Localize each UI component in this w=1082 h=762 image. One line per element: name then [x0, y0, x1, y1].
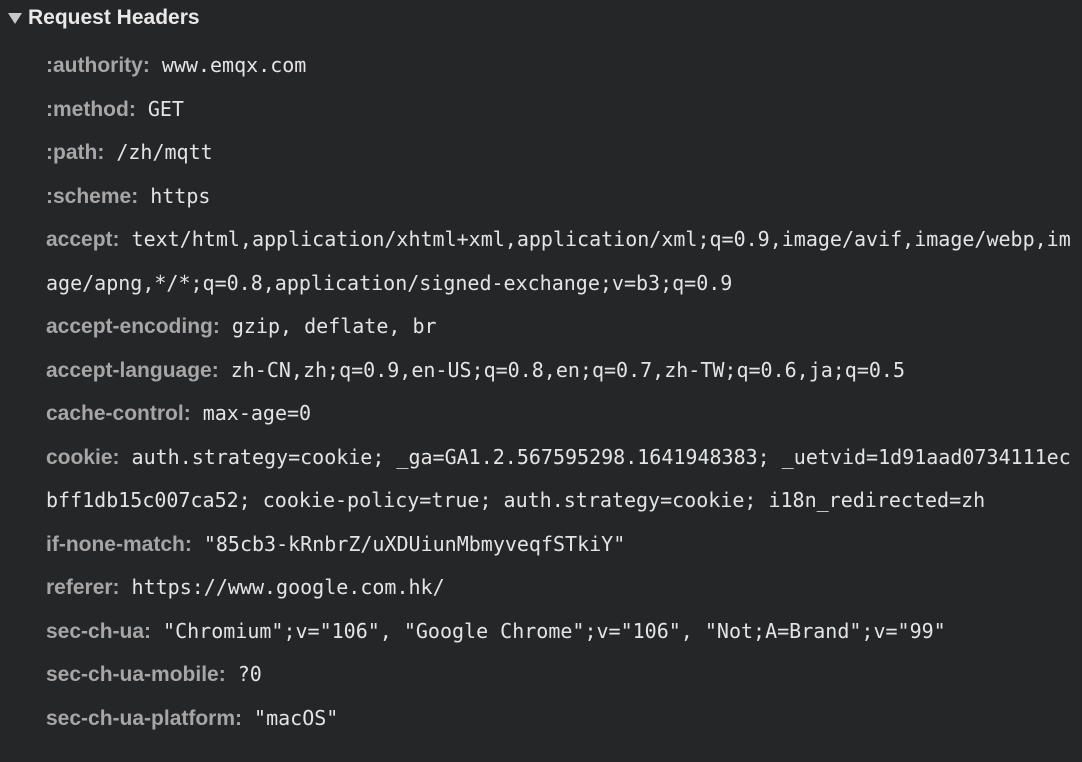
header-name: sec-ch-ua-mobile:: [46, 663, 226, 686]
header-value: GET: [147, 96, 184, 121]
header-row: accept-encoding: gzip, deflate, br: [46, 305, 1072, 349]
header-row: :scheme: https: [46, 175, 1072, 219]
header-name: cookie:: [46, 445, 120, 469]
request-headers-toggle[interactable]: Request Headers: [0, 0, 1082, 36]
header-value: "85cb3-kRnbrZ/uXDUiunMbmyveqfSTkiY": [203, 531, 626, 556]
header-name: if-none-match:: [46, 532, 192, 556]
header-value: ?0: [237, 662, 262, 686]
header-row: referer: https://www.google.com.hk/: [46, 566, 1072, 610]
header-value: "Chromium";v="106", "Google Chrome";v="1…: [163, 618, 946, 643]
section-title: Request Headers: [28, 6, 200, 29]
header-name: cache-control:: [46, 402, 191, 425]
header-name: sec-ch-ua:: [46, 619, 152, 643]
header-name: accept-encoding:: [46, 315, 220, 338]
header-row: accept: text/html,application/xhtml+xml,a…: [46, 218, 1072, 305]
header-row: accept-language: zh-CN,zh;q=0.9,en-US;q=0…: [46, 349, 1072, 393]
header-row: cookie: auth.strategy=cookie; _ga=GA1.2.5…: [46, 436, 1072, 523]
header-row: :authority: www.emqx.com: [46, 44, 1072, 88]
header-value: gzip, deflate, br: [231, 314, 437, 338]
header-value: www.emqx.com: [161, 53, 307, 77]
header-value: "macOS": [254, 705, 339, 730]
header-name: referer:: [46, 576, 120, 599]
header-value: auth.strategy=cookie; _ga=GA1.2.56759529…: [46, 444, 1071, 513]
header-list: :authority: www.emqx.com :method: GET :pat…: [46, 44, 1072, 740]
header-row: :path: /zh/mqtt: [46, 131, 1072, 175]
header-value: max-age=0: [202, 401, 312, 425]
header-row: :method: GET: [46, 88, 1072, 132]
header-value: https: [150, 183, 211, 208]
header-value: text/html,application/xhtml+xml,applicat…: [46, 227, 1071, 295]
header-row: if-none-match: "85cb3-kRnbrZ/uXDUiunMbmyv…: [46, 523, 1072, 567]
header-name: sec-ch-ua-platform:: [46, 706, 243, 730]
header-name: :path:: [46, 141, 105, 164]
header-value: /zh/mqtt: [116, 140, 213, 164]
header-name: accept:: [46, 228, 120, 251]
header-name: :method:: [46, 97, 136, 121]
header-row: sec-ch-ua-platform: "macOS": [46, 697, 1072, 741]
header-row: sec-ch-ua-mobile: ?0: [46, 653, 1072, 697]
header-name: :authority:: [46, 54, 150, 77]
header-name: :scheme:: [46, 184, 139, 208]
header-value: zh-CN,zh;q=0.9,en-US;q=0.8,en;q=0.7,zh-T…: [230, 357, 906, 382]
header-row: cache-control: max-age=0: [46, 392, 1072, 436]
header-name: accept-language:: [46, 358, 219, 382]
header-value: https://www.google.com.hk/: [131, 575, 445, 599]
header-row: sec-ch-ua: "Chromium";v="106", "Google Ch…: [46, 610, 1072, 654]
triangle-down-icon[interactable]: [8, 13, 22, 24]
